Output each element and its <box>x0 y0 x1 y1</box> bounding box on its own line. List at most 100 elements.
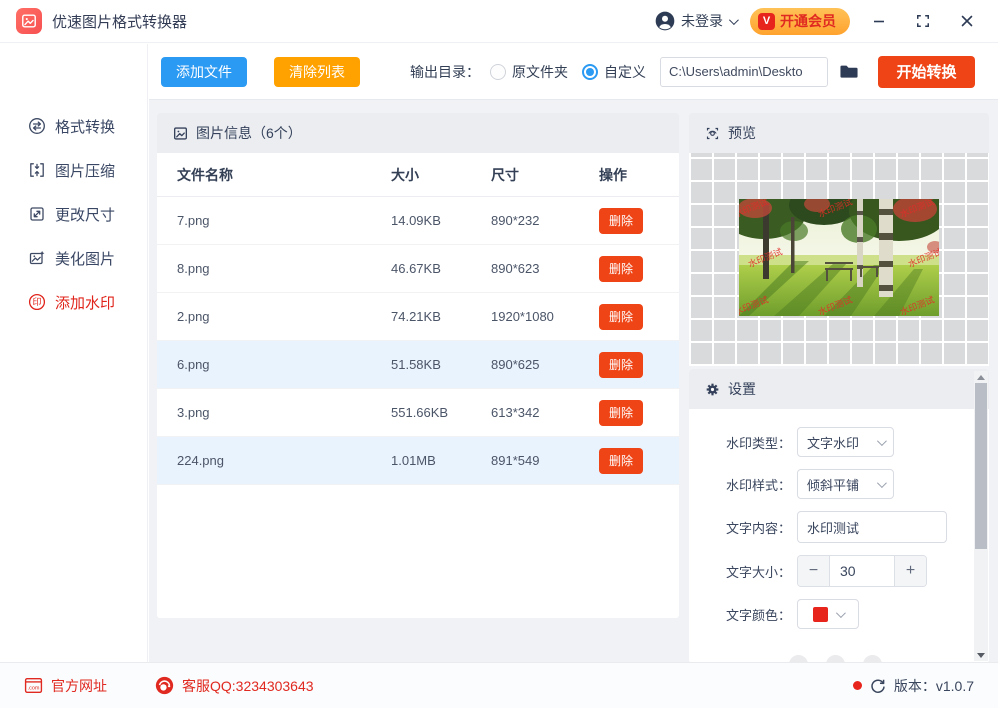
file-action-cell: 删除 <box>599 400 679 426</box>
delete-button[interactable]: 删除 <box>599 304 643 330</box>
chevron-down-icon <box>729 15 739 25</box>
delete-button[interactable]: 删除 <box>599 448 643 474</box>
open-vip-button[interactable]: V 开通会员 <box>750 8 850 35</box>
watermark-type-select[interactable]: 文字水印 <box>797 427 894 457</box>
svg-text:.com: .com <box>28 686 40 692</box>
radio-custom-folder[interactable]: 自定义 <box>582 62 646 82</box>
sidebar-item-resize[interactable]: 更改尺寸 <box>0 192 147 236</box>
file-dimensions-cell: 890*623 <box>491 261 599 276</box>
table-row[interactable]: 2.png 74.21KB 1920*1080 删除 <box>157 293 679 341</box>
table-row[interactable]: 7.png 14.09KB 890*232 删除 <box>157 197 679 245</box>
maximize-button[interactable] <box>908 6 938 36</box>
file-name-cell: 8.png <box>157 261 391 276</box>
table-row[interactable]: 224.png 1.01MB 891*549 删除 <box>157 437 679 485</box>
delete-button[interactable]: 删除 <box>599 208 643 234</box>
image-icon <box>173 126 188 141</box>
app-title: 优速图片格式转换器 <box>52 11 187 32</box>
refresh-icon[interactable] <box>870 678 886 694</box>
preview-photo: 水印测试水印测试水印测试水印测试水印测试水印测试水印测试水印测试 <box>739 199 939 316</box>
version-label: 版本：v1.0.7 <box>894 676 974 696</box>
status-dot-icon <box>853 681 862 690</box>
preview-eye-icon <box>705 126 720 141</box>
decrease-size-button[interactable]: − <box>798 556 830 586</box>
compress-icon <box>28 161 46 179</box>
settings-body: 水印类型： 文字水印 水印样式： 倾斜平铺 文字内容： <box>689 409 989 663</box>
sidebar-item-label: 更改尺寸 <box>55 204 115 225</box>
radio-original-folder[interactable]: 原文件夹 <box>490 62 568 82</box>
start-convert-button[interactable]: 开始转换 <box>878 56 975 88</box>
chevron-down-icon <box>877 436 887 446</box>
add-files-button[interactable]: 添加文件 <box>161 57 247 87</box>
titlebar: 优速图片格式转换器 未登录 V 开通会员 <box>0 0 998 43</box>
color-swatch <box>813 607 828 622</box>
watermark-text-input[interactable] <box>797 511 947 543</box>
scroll-up-icon[interactable] <box>974 371 988 383</box>
sidebar-item-label: 图片压缩 <box>55 160 115 181</box>
sidebar-item-label: 美化图片 <box>55 248 115 269</box>
text-content-label: 文字内容： <box>705 518 791 537</box>
table-row[interactable]: 8.png 46.67KB 890*623 删除 <box>157 245 679 293</box>
file-dimensions-cell: 613*342 <box>491 405 599 420</box>
sidebar-item-watermark[interactable]: 印 添加水印 <box>0 280 147 324</box>
file-name-cell: 7.png <box>157 213 391 228</box>
footer: .com 官方网址 客服QQ:3234303643 版本：v1.0.7 <box>0 662 998 708</box>
file-table-card: 图片信息（6个） 文件名称 大小 尺寸 操作 7.png 14.09KB 890… <box>157 113 679 618</box>
sidebar-item-format-convert[interactable]: 格式转换 <box>0 104 147 148</box>
table-row[interactable]: 3.png 551.66KB 613*342 删除 <box>157 389 679 437</box>
file-action-cell: 删除 <box>599 208 679 234</box>
file-size-cell: 551.66KB <box>391 405 491 420</box>
font-size-value[interactable]: 30 <box>830 556 894 586</box>
output-path-input[interactable] <box>660 57 828 87</box>
dotcom-icon: .com <box>24 677 43 694</box>
file-size-cell: 46.67KB <box>391 261 491 276</box>
increase-size-button[interactable]: + <box>894 556 926 586</box>
clear-list-button[interactable]: 清除列表 <box>274 57 360 87</box>
settings-scrollbar[interactable] <box>974 371 988 661</box>
watermark-style-select[interactable]: 倾斜平铺 <box>797 469 894 499</box>
scroll-down-icon[interactable] <box>974 649 988 661</box>
service-qq-link[interactable]: 客服QQ:3234303643 <box>155 676 314 696</box>
vip-badge-icon: V <box>758 13 775 30</box>
radio-icon <box>490 64 506 80</box>
transparency-grid: 水印测试水印测试水印测试水印测试水印测试水印测试水印测试水印测试 <box>689 153 989 366</box>
delete-button[interactable]: 删除 <box>599 400 643 426</box>
watermark-type-label: 水印类型： <box>705 433 791 452</box>
font-size-stepper: − 30 + <box>797 555 927 587</box>
close-button[interactable] <box>952 6 982 36</box>
col-header-action: 操作 <box>599 165 679 185</box>
app-window: 优速图片格式转换器 未登录 V 开通会员 <box>0 0 998 708</box>
minimize-button[interactable] <box>864 6 894 36</box>
convert-icon <box>28 117 46 135</box>
sidebar: 格式转换 图片压缩 更改尺寸 美化图片 印 添加水印 <box>0 44 148 662</box>
file-name-cell: 224.png <box>157 453 391 468</box>
table-row[interactable]: 6.png 51.58KB 890*625 删除 <box>157 341 679 389</box>
chevron-down-icon <box>836 608 846 618</box>
user-icon <box>655 11 675 31</box>
app-logo-image-icon <box>16 8 42 34</box>
table-body: 7.png 14.09KB 890*232 删除 8.png 46.67KB 8… <box>157 197 679 485</box>
main-area: 添加文件 清除列表 输出目录： 原文件夹 自定义 开始转换 <box>149 44 998 662</box>
delete-button[interactable]: 删除 <box>599 352 643 378</box>
file-dimensions-cell: 890*232 <box>491 213 599 228</box>
scrollbar-thumb[interactable] <box>975 383 987 549</box>
text-size-label: 文字大小： <box>705 562 791 581</box>
settings-title: 设置 <box>728 379 756 399</box>
watermark-icon: 印 <box>28 293 46 311</box>
watermark-style-label: 水印样式： <box>705 475 791 494</box>
file-size-cell: 51.58KB <box>391 357 491 372</box>
radio-icon <box>582 64 598 80</box>
svg-text:印: 印 <box>32 296 41 307</box>
color-picker-select[interactable] <box>797 599 859 629</box>
settings-header: 设置 <box>689 369 989 409</box>
delete-button[interactable]: 删除 <box>599 256 643 282</box>
official-website-link[interactable]: .com 官方网址 <box>24 676 107 696</box>
browse-folder-icon[interactable] <box>838 62 860 81</box>
file-action-cell: 删除 <box>599 304 679 330</box>
login-menu[interactable]: 未登录 <box>655 11 736 31</box>
table-section-header: 图片信息（6个） <box>157 113 679 153</box>
file-dimensions-cell: 891*549 <box>491 453 599 468</box>
sidebar-item-beautify[interactable]: 美化图片 <box>0 236 147 280</box>
settings-panel: 设置 水印类型： 文字水印 水印样式： 倾斜平铺 <box>689 369 989 663</box>
resize-icon <box>28 205 46 223</box>
sidebar-item-image-compress[interactable]: 图片压缩 <box>0 148 147 192</box>
